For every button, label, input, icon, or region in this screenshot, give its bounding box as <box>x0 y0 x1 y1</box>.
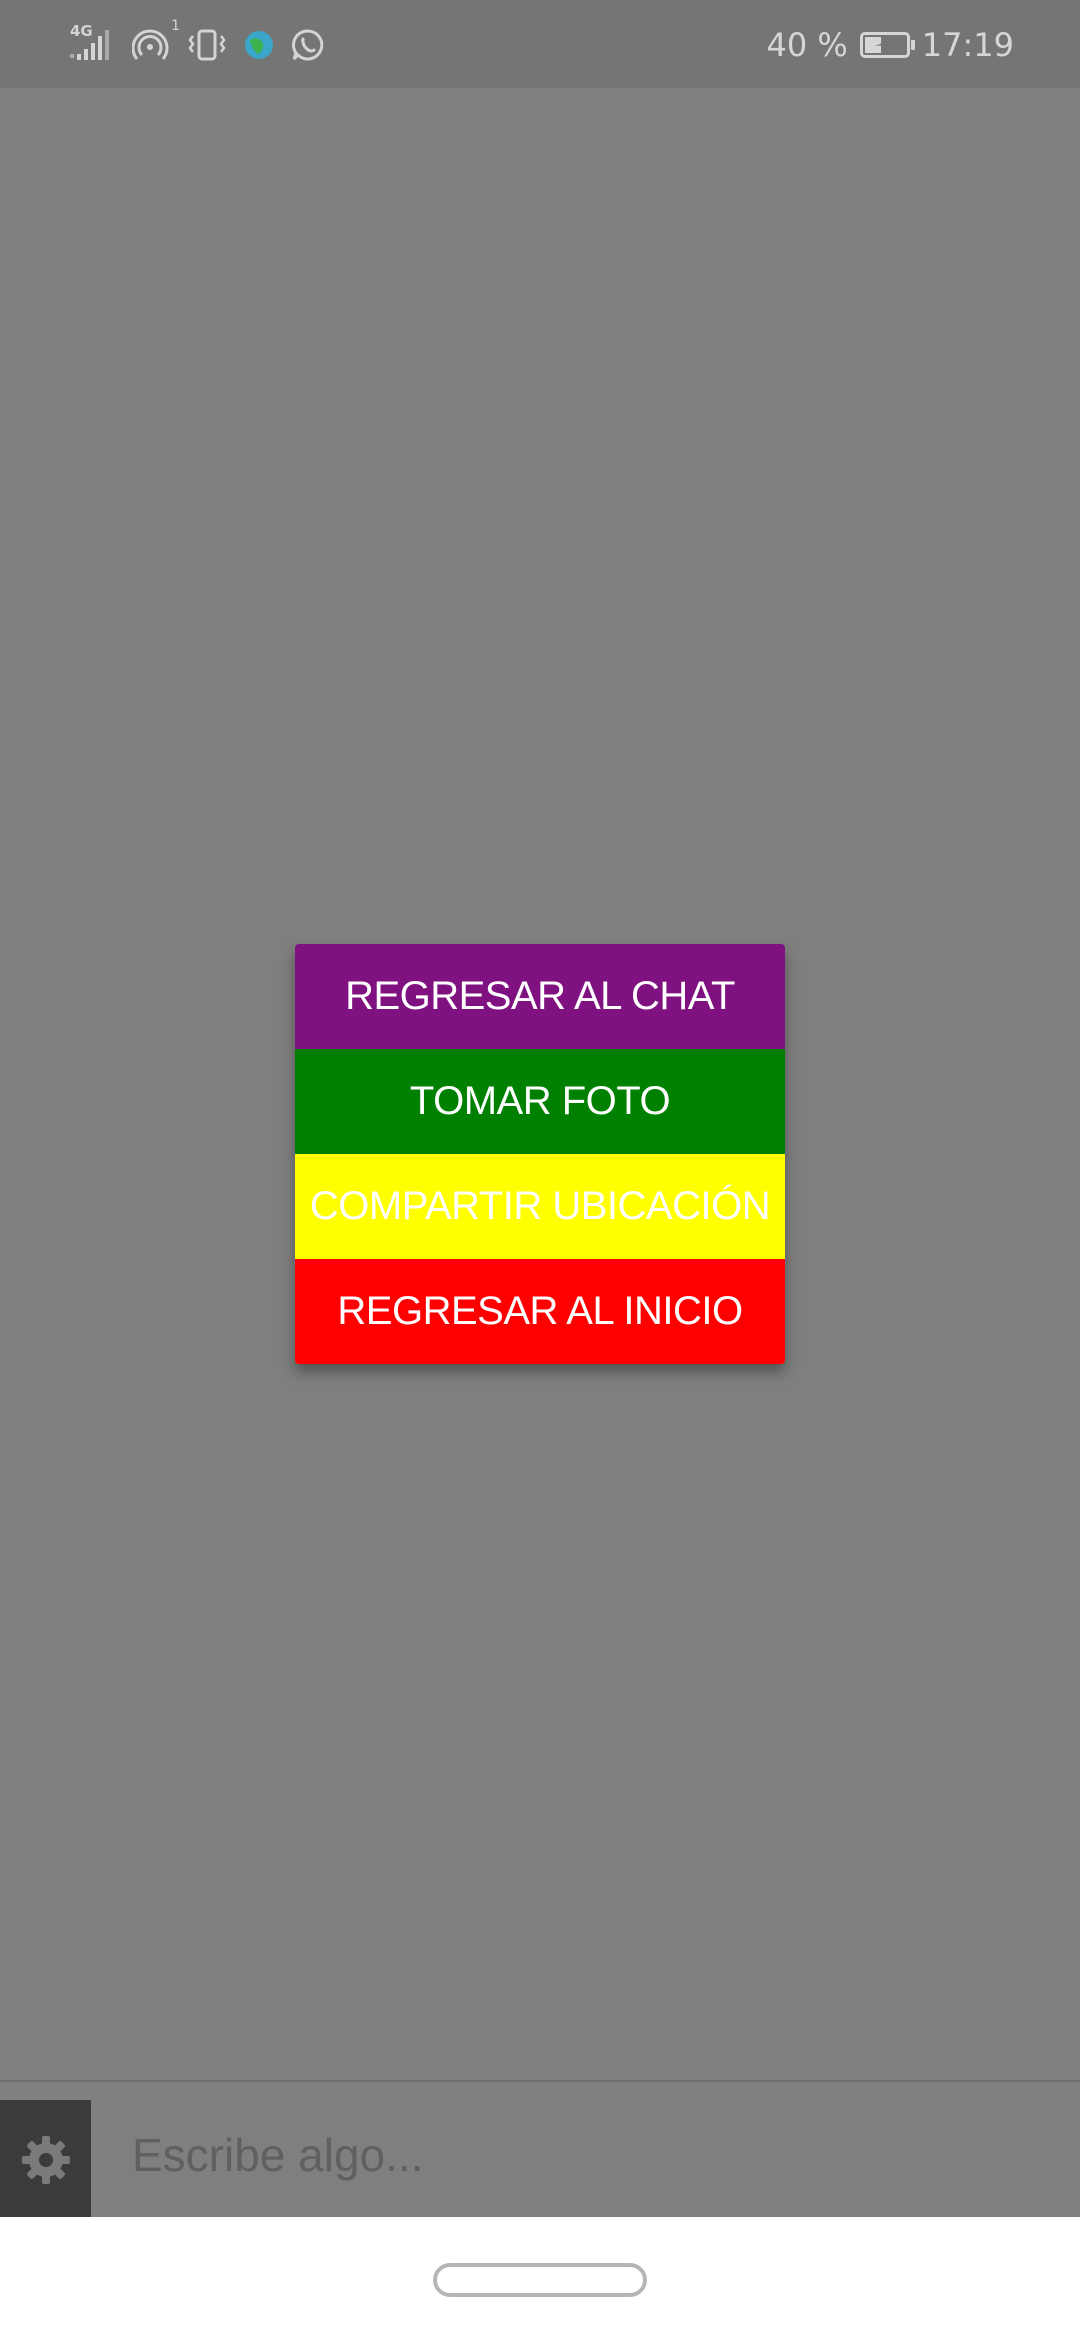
gear-icon <box>21 2135 70 2184</box>
navigation-bar <box>0 2217 1080 2340</box>
message-input[interactable] <box>132 2110 1032 2200</box>
charging-bolt-icon <box>863 35 907 55</box>
home-gesture-bar[interactable] <box>433 2263 647 2297</box>
hotspot-icon: 1 <box>131 18 180 66</box>
whatsapp-icon <box>290 27 326 63</box>
back-to-chat-button[interactable]: REGRESAR AL CHAT <box>295 944 785 1049</box>
battery-percent: 40 % <box>766 26 848 64</box>
back-to-home-label: REGRESAR AL INICIO <box>337 1289 743 1333</box>
app-icon <box>242 28 276 62</box>
vibrate-icon <box>186 24 228 66</box>
message-composer <box>0 2080 1080 2219</box>
settings-button[interactable] <box>0 2100 91 2219</box>
status-icons-left: 4G 1 <box>68 18 326 68</box>
share-location-button[interactable]: COMPARTIR UBICACIÓN <box>295 1154 785 1259</box>
battery-charging-icon <box>859 32 915 58</box>
status-bar: 4G 1 40 % 17:19 <box>0 0 1080 88</box>
back-to-chat-label: REGRESAR AL CHAT <box>345 974 735 1018</box>
options-menu: REGRESAR AL CHAT TOMAR FOTO COMPARTIR UB… <box>295 944 785 1364</box>
sim-index-label: 1 <box>171 18 180 34</box>
signal-icon: 4G <box>68 22 118 66</box>
clock-time: 17:19 <box>921 26 1014 64</box>
status-icons-right: 40 % 17:19 <box>766 22 1014 68</box>
take-photo-label: TOMAR FOTO <box>409 1079 671 1123</box>
take-photo-button[interactable]: TOMAR FOTO <box>295 1049 785 1154</box>
share-location-label: COMPARTIR UBICACIÓN <box>309 1184 771 1228</box>
screen: 4G 1 40 % 17:19 REGRESAR AL CHAT TOMAR F… <box>0 0 1080 2340</box>
back-to-home-button[interactable]: REGRESAR AL INICIO <box>295 1259 785 1364</box>
